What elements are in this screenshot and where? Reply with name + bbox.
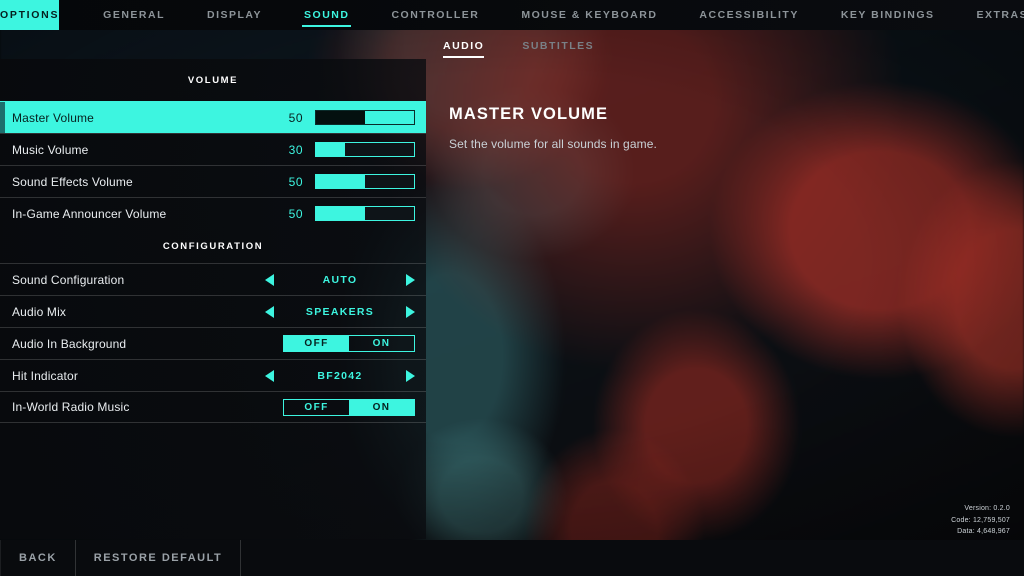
back-button[interactable]: BACK	[0, 540, 76, 576]
stepper-hit-indicator[interactable]: BF2042	[265, 369, 415, 382]
bottom-bar-spacer	[241, 540, 1024, 576]
section-heading-configuration: CONFIGURATION	[162, 240, 264, 252]
slider-fill	[316, 175, 365, 188]
tab-display[interactable]: DISPLAY	[186, 0, 283, 30]
detail-description: Set the volume for all sounds in game.	[449, 137, 657, 151]
setting-label: Audio In Background	[12, 336, 127, 351]
tab-key-bindings[interactable]: KEY BINDINGS	[820, 0, 956, 30]
setting-label: In-Game Announcer Volume	[12, 206, 167, 221]
stepper-value: SPEAKERS	[305, 305, 375, 318]
detail-panel: MASTER VOLUME Set the volume for all sou…	[449, 105, 969, 151]
volume-slider-announcer[interactable]	[315, 206, 415, 221]
toggle-audio-in-background[interactable]: OFF ON	[283, 335, 415, 352]
top-navigation-bar: OPTIONS GENERAL DISPLAY SOUND CONTROLLER…	[0, 0, 1024, 30]
setting-row-announcer-volume[interactable]: In-Game Announcer Volume 50	[0, 197, 426, 229]
detail-title: MASTER VOLUME	[449, 105, 609, 123]
tab-mouse-and-keyboard[interactable]: MOUSE & KEYBOARD	[500, 0, 678, 30]
bottom-action-bar: BACK RESTORE DEFAULT	[0, 540, 1024, 576]
stepper-sound-configuration[interactable]: AUTO	[265, 273, 415, 286]
setting-label: Master Volume	[12, 110, 94, 125]
setting-label: Audio Mix	[12, 304, 67, 319]
toggle-option-off[interactable]: OFF	[284, 336, 349, 351]
options-screen: OPTIONS GENERAL DISPLAY SOUND CONTROLLER…	[0, 0, 1024, 576]
toggle-in-world-radio-music[interactable]: OFF ON	[283, 398, 415, 416]
setting-value: 30	[288, 142, 303, 157]
setting-label: Music Volume	[12, 142, 89, 157]
volume-slider-music[interactable]	[315, 142, 415, 157]
setting-row-master-volume[interactable]: Master Volume 50	[0, 101, 426, 133]
tab-controller[interactable]: CONTROLLER	[370, 0, 500, 30]
chevron-right-icon[interactable]	[406, 305, 415, 318]
volume-slider-master[interactable]	[315, 110, 415, 125]
chevron-right-icon[interactable]	[406, 369, 415, 382]
code-line: Code: 12,759,507	[951, 516, 1010, 524]
setting-row-audio-mix[interactable]: Audio Mix SPEAKERS	[0, 295, 426, 327]
toggle-option-on[interactable]: ON	[349, 399, 414, 415]
setting-row-sound-configuration[interactable]: Sound Configuration AUTO	[0, 263, 426, 295]
stepper-audio-mix[interactable]: SPEAKERS	[265, 305, 415, 318]
chevron-left-icon[interactable]	[265, 305, 274, 318]
setting-row-in-world-radio-music[interactable]: In-World Radio Music OFF ON	[0, 391, 426, 423]
chevron-right-icon[interactable]	[406, 273, 415, 286]
slider-fill	[316, 111, 365, 124]
tab-accessibility[interactable]: ACCESSIBILITY	[678, 0, 819, 30]
settings-panel: VOLUME Master Volume 50 Music Volume 30 …	[0, 59, 426, 539]
chevron-left-icon[interactable]	[265, 273, 274, 286]
setting-value: 50	[288, 206, 303, 221]
top-tab-list: GENERAL DISPLAY SOUND CONTROLLER MOUSE &…	[59, 0, 1024, 30]
tab-extras[interactable]: EXTRAS	[956, 0, 1024, 30]
toggle-option-off[interactable]: OFF	[284, 400, 349, 415]
version-line: Version: 0.2.0	[964, 505, 1010, 513]
setting-label: Sound Effects Volume	[12, 174, 133, 189]
setting-label: Sound Configuration	[12, 272, 125, 287]
setting-label: In-World Radio Music	[12, 400, 130, 414]
data-line: Data: 4,648,967	[957, 528, 1010, 536]
setting-row-sound-effects-volume[interactable]: Sound Effects Volume 50	[0, 165, 426, 197]
setting-label: Hit Indicator	[12, 368, 78, 383]
setting-row-music-volume[interactable]: Music Volume 30	[0, 133, 426, 165]
slider-fill	[316, 207, 365, 220]
slider-fill	[316, 143, 346, 156]
setting-row-audio-in-background[interactable]: Audio In Background OFF ON	[0, 327, 426, 359]
restore-default-button[interactable]: RESTORE DEFAULT	[76, 540, 242, 576]
stepper-value: BF2042	[317, 369, 363, 382]
setting-value: 50	[288, 110, 303, 125]
setting-value: 50	[288, 174, 303, 189]
subtab-subtitles[interactable]: SUBTITLES	[522, 40, 608, 59]
version-info: Version: 0.2.0 Code: 12,759,507 Data: 4,…	[951, 503, 1010, 538]
settings-rows: VOLUME Master Volume 50 Music Volume 30 …	[0, 59, 426, 423]
toggle-option-on[interactable]: ON	[349, 336, 414, 351]
sub-tab-list: AUDIO SUBTITLES	[443, 30, 632, 59]
setting-row-hit-indicator[interactable]: Hit Indicator BF2042	[0, 359, 426, 391]
tab-sound[interactable]: SOUND	[283, 0, 370, 30]
tab-general[interactable]: GENERAL	[82, 0, 186, 30]
options-title: OPTIONS	[0, 0, 60, 30]
stepper-value: AUTO	[322, 273, 358, 286]
section-heading-volume: VOLUME	[187, 74, 239, 86]
subtab-audio[interactable]: AUDIO	[443, 40, 498, 59]
volume-slider-sound-effects[interactable]	[315, 174, 415, 189]
chevron-left-icon[interactable]	[265, 369, 274, 382]
